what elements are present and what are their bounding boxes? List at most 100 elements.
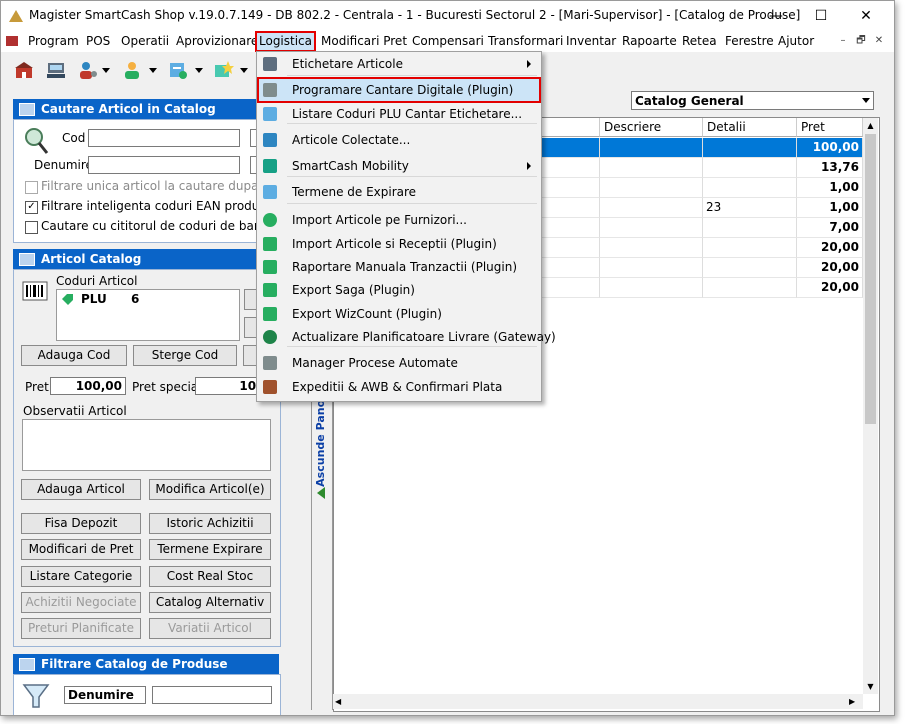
scroll-down-icon[interactable]: ▼: [864, 679, 877, 694]
scroll-up-icon[interactable]: ▲: [864, 118, 877, 133]
column-header-details[interactable]: Detalii: [703, 118, 797, 137]
cell-description[interactable]: [600, 238, 703, 258]
list-category-button[interactable]: Listare Categorie: [21, 566, 141, 587]
pos-terminal-icon[interactable]: [45, 59, 67, 81]
cell-details[interactable]: [703, 258, 797, 278]
mdi-minimize-button[interactable]: –: [836, 34, 850, 48]
barcode-reader-checkbox[interactable]: [25, 221, 38, 234]
column-header-price[interactable]: Pret: [797, 118, 863, 137]
menu-item[interactable]: Export Saga (Plugin): [259, 279, 539, 301]
scroll-right-icon[interactable]: ▶: [849, 694, 861, 709]
price-field[interactable]: 100,00: [50, 377, 126, 395]
article-variations-button[interactable]: Variatii Articol: [149, 618, 271, 639]
cell-details[interactable]: 23: [703, 198, 797, 218]
menu-program[interactable]: Program: [26, 33, 81, 50]
filter-value-input[interactable]: [152, 686, 272, 704]
stock-sheet-button[interactable]: Fisa Depozit: [21, 513, 141, 534]
real-stock-cost-button[interactable]: Cost Real Stoc: [149, 566, 271, 587]
report-icon[interactable]: [167, 59, 189, 81]
star-settings-icon[interactable]: [212, 59, 234, 81]
menu-operatii[interactable]: Operatii: [119, 33, 171, 50]
menu-item[interactable]: Termene de Expirare: [259, 181, 539, 203]
cell-details[interactable]: [703, 238, 797, 258]
negotiated-purchases-button[interactable]: Achizitii Negociate: [21, 592, 141, 613]
expiry-terms-button[interactable]: Termene Expirare: [149, 539, 271, 560]
cell-price[interactable]: 20,00: [797, 238, 863, 258]
price-changes-button[interactable]: Modificari de Pret: [21, 539, 141, 560]
catalog-select[interactable]: Catalog General: [631, 91, 874, 110]
cell-details[interactable]: [703, 178, 797, 198]
menu-item[interactable]: Manager Procese Automate: [259, 352, 539, 374]
codes-list[interactable]: PLU 6: [56, 289, 240, 341]
menu-inventar[interactable]: Inventar: [564, 33, 618, 50]
dropdown-arrow-icon[interactable]: [149, 68, 157, 73]
column-header-description[interactable]: Descriere: [600, 118, 703, 137]
cell-details[interactable]: [703, 218, 797, 238]
cell-details[interactable]: [703, 138, 797, 158]
cell-details[interactable]: [703, 278, 797, 298]
alternative-catalog-button[interactable]: Catalog Alternativ: [149, 592, 271, 613]
menu-item[interactable]: Programare Cantare Digitale (Plugin): [257, 77, 541, 103]
cell-price[interactable]: 7,00: [797, 218, 863, 238]
menu-ajutor[interactable]: Ajutor: [776, 33, 816, 50]
cod-input[interactable]: [88, 129, 240, 147]
filter-unique-checkbox[interactable]: [25, 181, 38, 194]
user-settings-icon[interactable]: [77, 59, 99, 81]
scroll-left-icon[interactable]: ◀: [335, 694, 347, 709]
cell-price[interactable]: 100,00: [797, 138, 863, 158]
menu-modificari-pret[interactable]: Modificari Pret: [319, 33, 409, 50]
cell-description[interactable]: [600, 278, 703, 298]
menu-item[interactable]: Import Articole pe Furnizori...: [259, 209, 539, 231]
add-code-button[interactable]: Adauga Cod: [21, 345, 127, 366]
menu-aprovizionare[interactable]: Aprovizionare: [174, 33, 260, 50]
menu-logistica[interactable]: Logistica: [255, 31, 317, 52]
menu-compensari[interactable]: Compensari: [410, 33, 486, 50]
cell-description[interactable]: [600, 258, 703, 278]
menu-ferestre[interactable]: Ferestre: [723, 33, 776, 50]
dropdown-arrow-icon[interactable]: [240, 68, 248, 73]
cell-price[interactable]: 13,76: [797, 158, 863, 178]
delete-code-button[interactable]: Sterge Cod: [133, 345, 237, 366]
dropdown-arrow-icon[interactable]: [195, 68, 203, 73]
add-article-button[interactable]: Adauga Articol: [21, 479, 141, 500]
menu-item[interactable]: SmartCash Mobility: [259, 155, 539, 177]
cell-price[interactable]: 20,00: [797, 258, 863, 278]
purchase-history-button[interactable]: Istoric Achizitii: [149, 513, 271, 534]
dropdown-arrow-icon[interactable]: [102, 68, 110, 73]
menu-item[interactable]: Actualizare Planificatoare Livrare (Gate…: [259, 326, 556, 348]
modify-article-button[interactable]: Modifica Articol(e): [149, 479, 271, 500]
menu-item[interactable]: Expeditii & AWB & Confirmari Plata: [259, 376, 539, 398]
scroll-thumb[interactable]: [865, 134, 876, 424]
cell-details[interactable]: [703, 158, 797, 178]
filter-field-select[interactable]: Denumire: [64, 686, 146, 704]
cell-description[interactable]: [600, 138, 703, 158]
maximize-button[interactable]: ☐: [799, 1, 843, 31]
planned-prices-button[interactable]: Preturi Planificate: [21, 618, 141, 639]
grid-horizontal-scrollbar[interactable]: ◀ ▶: [333, 694, 863, 709]
cell-description[interactable]: [600, 198, 703, 218]
filter-ean-checkbox[interactable]: ✓: [25, 201, 38, 214]
menu-item[interactable]: Etichetare Articole: [259, 53, 539, 75]
menu-transformari[interactable]: Transformari: [486, 33, 565, 50]
user-icon[interactable]: [121, 59, 143, 81]
menu-retea[interactable]: Retea: [680, 33, 719, 50]
cell-price[interactable]: 1,00: [797, 198, 863, 218]
collapse-arrow-icon[interactable]: [317, 487, 325, 499]
minimize-button[interactable]: —: [754, 1, 798, 31]
mdi-restore-button[interactable]: 🗗: [854, 34, 868, 48]
system-menu-icon[interactable]: [6, 36, 18, 46]
cell-price[interactable]: 20,00: [797, 278, 863, 298]
menu-item[interactable]: Import Articole si Receptii (Plugin): [259, 233, 539, 255]
menu-item[interactable]: Listare Coduri PLU Cantar Etichetare...: [259, 103, 539, 125]
menu-item[interactable]: Raportare Manuala Tranzactii (Plugin): [259, 256, 539, 278]
cell-price[interactable]: 1,00: [797, 178, 863, 198]
cell-description[interactable]: [600, 178, 703, 198]
menu-item[interactable]: Articole Colectate...: [259, 129, 539, 151]
menu-pos[interactable]: POS: [84, 33, 112, 50]
notes-textarea[interactable]: [22, 419, 271, 471]
mdi-close-button[interactable]: ✕: [872, 34, 886, 48]
menu-item[interactable]: Export WizCount (Plugin): [259, 303, 539, 325]
close-button[interactable]: ✕: [844, 1, 888, 31]
cell-description[interactable]: [600, 218, 703, 238]
menu-rapoarte[interactable]: Rapoarte: [620, 33, 679, 50]
